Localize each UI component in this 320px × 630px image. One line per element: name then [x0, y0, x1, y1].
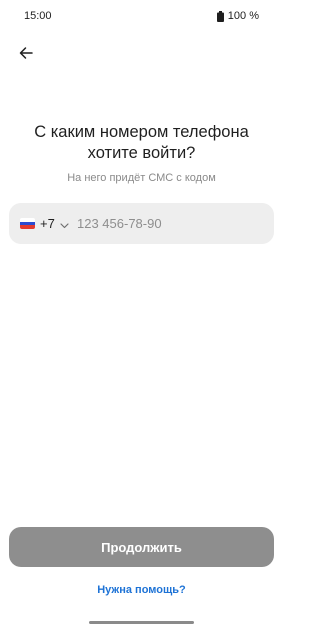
continue-button[interactable]: Продолжить — [9, 527, 274, 567]
status-bar: 15:00 100 % — [0, 0, 283, 30]
page-subtitle: На него придёт СМС с кодом — [67, 172, 216, 184]
phone-field: +7 — [9, 203, 274, 244]
battery-percent: 100 % — [227, 10, 259, 22]
country-code-picker[interactable]: +7 — [20, 203, 70, 244]
status-time: 15:00 — [24, 10, 52, 22]
country-code: +7 — [40, 216, 55, 231]
flag-stripe-red — [20, 225, 35, 229]
page-title-line-1: С каким номером телефона — [34, 123, 249, 141]
back-button[interactable] — [14, 43, 38, 67]
battery-full-icon — [216, 10, 224, 22]
phone-number-input[interactable] — [77, 203, 257, 244]
battery-status: 100 % — [216, 10, 259, 22]
home-indicator — [89, 621, 194, 624]
chevron-down-icon — [59, 218, 70, 229]
russia-flag-icon — [20, 218, 35, 229]
arrow-left-icon — [19, 46, 33, 65]
help-link[interactable]: Нужна помощь? — [0, 584, 283, 596]
page-title: С каким номером телефона хотите войти? — [0, 122, 283, 164]
page-title-line-2: хотите войти? — [87, 144, 196, 162]
